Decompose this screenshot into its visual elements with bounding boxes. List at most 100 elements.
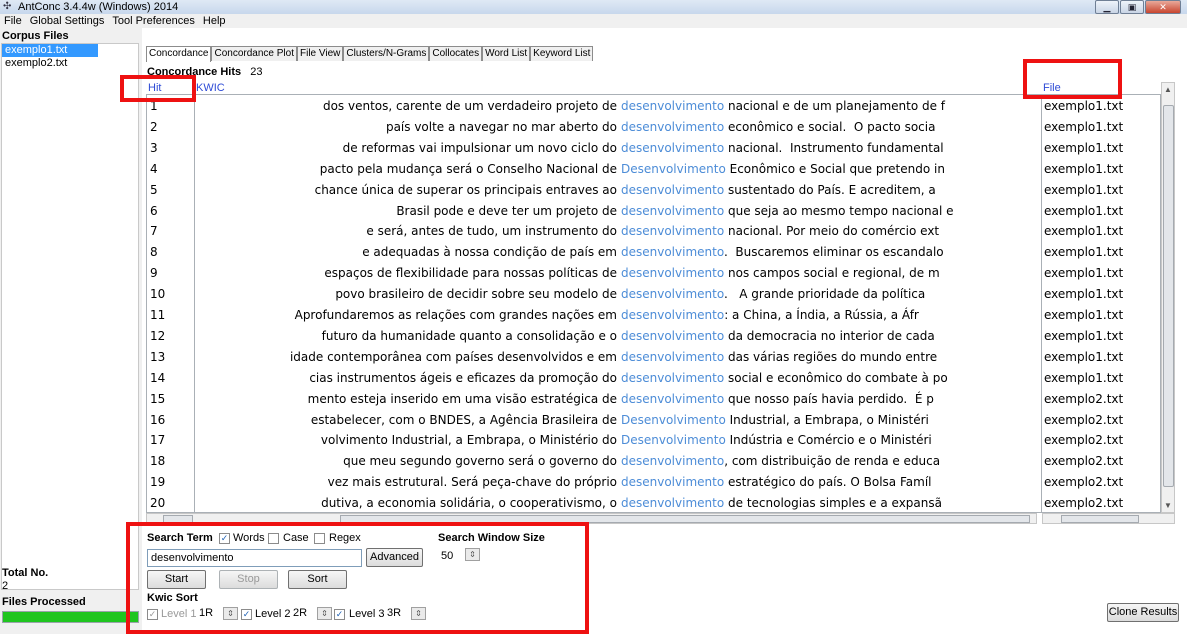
table-row[interactable]: 6 Brasil pode e deve ter um projeto de des… (147, 200, 1160, 221)
file-name-cell[interactable]: exemplo1.txt (1044, 204, 1123, 218)
level3-value[interactable]: 3R (387, 607, 401, 619)
table-row[interactable]: 14 cias instrumentos ágeis e eficazes da … (147, 367, 1160, 388)
column-header-hit[interactable]: Hit (148, 82, 161, 94)
kwic-keyword[interactable]: desenvolvimento (621, 392, 724, 406)
kwic-keyword[interactable]: desenvolvimento (621, 141, 724, 155)
table-row[interactable]: 3 de reformas vai impulsionar um novo cic… (147, 137, 1160, 158)
kwic-line[interactable]: e será, antes de tudo, um instrumento do… (197, 223, 1035, 239)
tab-file-view[interactable]: File View (296, 46, 344, 61)
horizontal-scroll-thumb-kwic[interactable] (340, 515, 1030, 523)
table-row[interactable]: 15 mento esteja inserido em uma visão est… (147, 388, 1160, 409)
kwic-keyword[interactable]: desenvolvimento (621, 454, 724, 468)
file-name-cell[interactable]: exemplo1.txt (1044, 183, 1123, 197)
table-row[interactable]: 11 Aprofundaremos as relações com grandes… (147, 304, 1160, 325)
corpus-file-item[interactable]: exemplo1.txt (2, 44, 98, 57)
file-name-cell[interactable]: exemplo2.txt (1044, 433, 1123, 447)
file-name-cell[interactable]: exemplo1.txt (1044, 371, 1123, 385)
kwic-line[interactable]: espaços de flexibilidade para nossas pol… (197, 265, 1035, 281)
kwic-line[interactable]: Aprofundaremos as relações com grandes n… (197, 307, 1035, 323)
kwic-line[interactable]: vez mais estrutural. Será peça-chave do … (197, 474, 1035, 490)
file-name-cell[interactable]: exemplo1.txt (1044, 120, 1123, 134)
tab-keyword-list[interactable]: Keyword List (530, 46, 594, 61)
tab-collocates[interactable]: Collocates (429, 46, 483, 61)
kwic-keyword[interactable]: desenvolvimento (621, 99, 724, 113)
search-term-input[interactable] (147, 549, 362, 567)
kwic-keyword[interactable]: desenvolvimento (621, 350, 724, 364)
kwic-keyword[interactable]: desenvolvimento (621, 329, 724, 343)
table-row[interactable]: 18 que meu segundo governo será o governo… (147, 450, 1160, 471)
file-name-cell[interactable]: exemplo2.txt (1044, 454, 1123, 468)
tab-word-list[interactable]: Word List (482, 46, 531, 61)
kwic-line[interactable]: futuro da humanidade quanto a consolidaç… (197, 328, 1035, 344)
level3-checkbox[interactable]: ✓ (334, 609, 345, 620)
file-name-cell[interactable]: exemplo2.txt (1044, 413, 1123, 427)
corpus-file-list[interactable]: exemplo1.txt exemplo2.txt (1, 43, 139, 590)
file-name-cell[interactable]: exemplo1.txt (1044, 245, 1123, 259)
file-name-cell[interactable]: exemplo2.txt (1044, 475, 1123, 489)
file-name-cell[interactable]: exemplo1.txt (1044, 287, 1123, 301)
kwic-line[interactable]: volvimento Industrial, a Embrapa, o Mini… (197, 432, 1035, 448)
level1-checkbox[interactable]: ✓ (147, 609, 158, 620)
table-row[interactable]: 2 país volte a navegar no mar aberto do de… (147, 116, 1160, 137)
table-row[interactable]: 13 idade contemporânea com países desenvo… (147, 346, 1160, 367)
level2-checkbox[interactable]: ✓ (241, 609, 252, 620)
file-name-cell[interactable]: exemplo1.txt (1044, 162, 1123, 176)
vertical-scroll-thumb[interactable] (1163, 105, 1174, 487)
file-name-cell[interactable]: exemplo1.txt (1044, 99, 1123, 113)
stop-button[interactable]: Stop (219, 570, 278, 589)
menu-global-settings[interactable]: Global Settings (26, 14, 109, 28)
kwic-line[interactable]: mento esteja inserido em uma visão estra… (197, 391, 1035, 407)
kwic-keyword[interactable]: desenvolvimento (621, 224, 724, 238)
minimize-icon[interactable]: ▁ (1095, 0, 1119, 14)
concordance-grid[interactable]: 1 dos ventos, carente de um verdadeiro pr… (146, 94, 1161, 513)
column-header-file[interactable]: File (1043, 82, 1061, 94)
table-row[interactable]: 19 vez mais estrutural. Será peça-chave d… (147, 471, 1160, 492)
file-name-cell[interactable]: exemplo1.txt (1044, 350, 1123, 364)
table-row[interactable]: 8 e adequadas à nossa condição de país em… (147, 241, 1160, 262)
menu-file[interactable]: File (0, 14, 26, 28)
kwic-line[interactable]: chance única de superar os principais en… (197, 182, 1035, 198)
tab-clusters-ngrams[interactable]: Clusters/N-Grams (343, 46, 430, 61)
table-row[interactable]: 20 dutiva, a economia solidária, o cooper… (147, 492, 1160, 513)
kwic-line[interactable]: país volte a navegar no mar aberto do des… (197, 119, 1035, 135)
file-name-cell[interactable]: exemplo2.txt (1044, 392, 1123, 406)
clone-results-button[interactable]: Clone Results (1107, 603, 1179, 622)
kwic-line[interactable]: cias instrumentos ágeis e eficazes da pr… (197, 370, 1035, 386)
level3-stepper-icon[interactable]: ⇕ (411, 607, 426, 620)
kwic-line[interactable]: idade contemporânea com países desenvolv… (197, 349, 1035, 365)
table-row[interactable]: 7 e será, antes de tudo, um instrumento d… (147, 220, 1160, 241)
kwic-keyword[interactable]: desenvolvimento (621, 308, 724, 322)
menu-help[interactable]: Help (199, 14, 230, 28)
words-checkbox[interactable]: ✓ (219, 533, 230, 544)
start-button[interactable]: Start (147, 570, 206, 589)
file-name-cell[interactable]: exemplo1.txt (1044, 329, 1123, 343)
kwic-keyword[interactable]: desenvolvimento (621, 245, 724, 259)
level1-value[interactable]: 1R (199, 607, 213, 619)
table-row[interactable]: 5 chance única de superar os principais e… (147, 179, 1160, 200)
kwic-line[interactable]: e adequadas à nossa condição de país em d… (197, 244, 1035, 260)
regex-checkbox[interactable] (314, 533, 325, 544)
kwic-keyword[interactable]: desenvolvimento (621, 475, 724, 489)
tab-concordance[interactable]: Concordance (146, 46, 212, 62)
advanced-button[interactable]: Advanced (366, 548, 423, 567)
kwic-line[interactable]: estabelecer, com o BNDES, a Agência Bras… (197, 412, 1035, 428)
scroll-down-icon[interactable]: ▼ (1162, 501, 1174, 510)
kwic-keyword[interactable]: desenvolvimento (621, 204, 724, 218)
kwic-keyword[interactable]: desenvolvimento (621, 496, 724, 510)
scroll-up-icon[interactable]: ▲ (1162, 85, 1174, 94)
kwic-line[interactable]: pacto pela mudança será o Conselho Nacio… (197, 161, 1035, 177)
kwic-keyword[interactable]: Desenvolvimento (621, 413, 726, 427)
horizontal-scroll-thumb-left[interactable] (163, 515, 193, 523)
file-name-cell[interactable]: exemplo1.txt (1044, 266, 1123, 280)
file-name-cell[interactable]: exemplo1.txt (1044, 308, 1123, 322)
close-icon[interactable]: ✕ (1145, 0, 1181, 14)
corpus-file-item[interactable]: exemplo2.txt (2, 57, 138, 70)
horizontal-scrollbar-file[interactable] (1042, 513, 1175, 524)
table-row[interactable]: 16 estabelecer, com o BNDES, a Agência Br… (147, 409, 1160, 430)
column-header-kwic[interactable]: KWIC (196, 82, 225, 94)
level1-stepper-icon[interactable]: ⇕ (223, 607, 238, 620)
level2-value[interactable]: 2R (293, 607, 307, 619)
table-row[interactable]: 10 povo brasileiro de decidir sobre seu m… (147, 283, 1160, 304)
table-row[interactable]: 17 volvimento Industrial, a Embrapa, o Mi… (147, 429, 1160, 450)
kwic-line[interactable]: dos ventos, carente de um verdadeiro pro… (197, 98, 1035, 114)
